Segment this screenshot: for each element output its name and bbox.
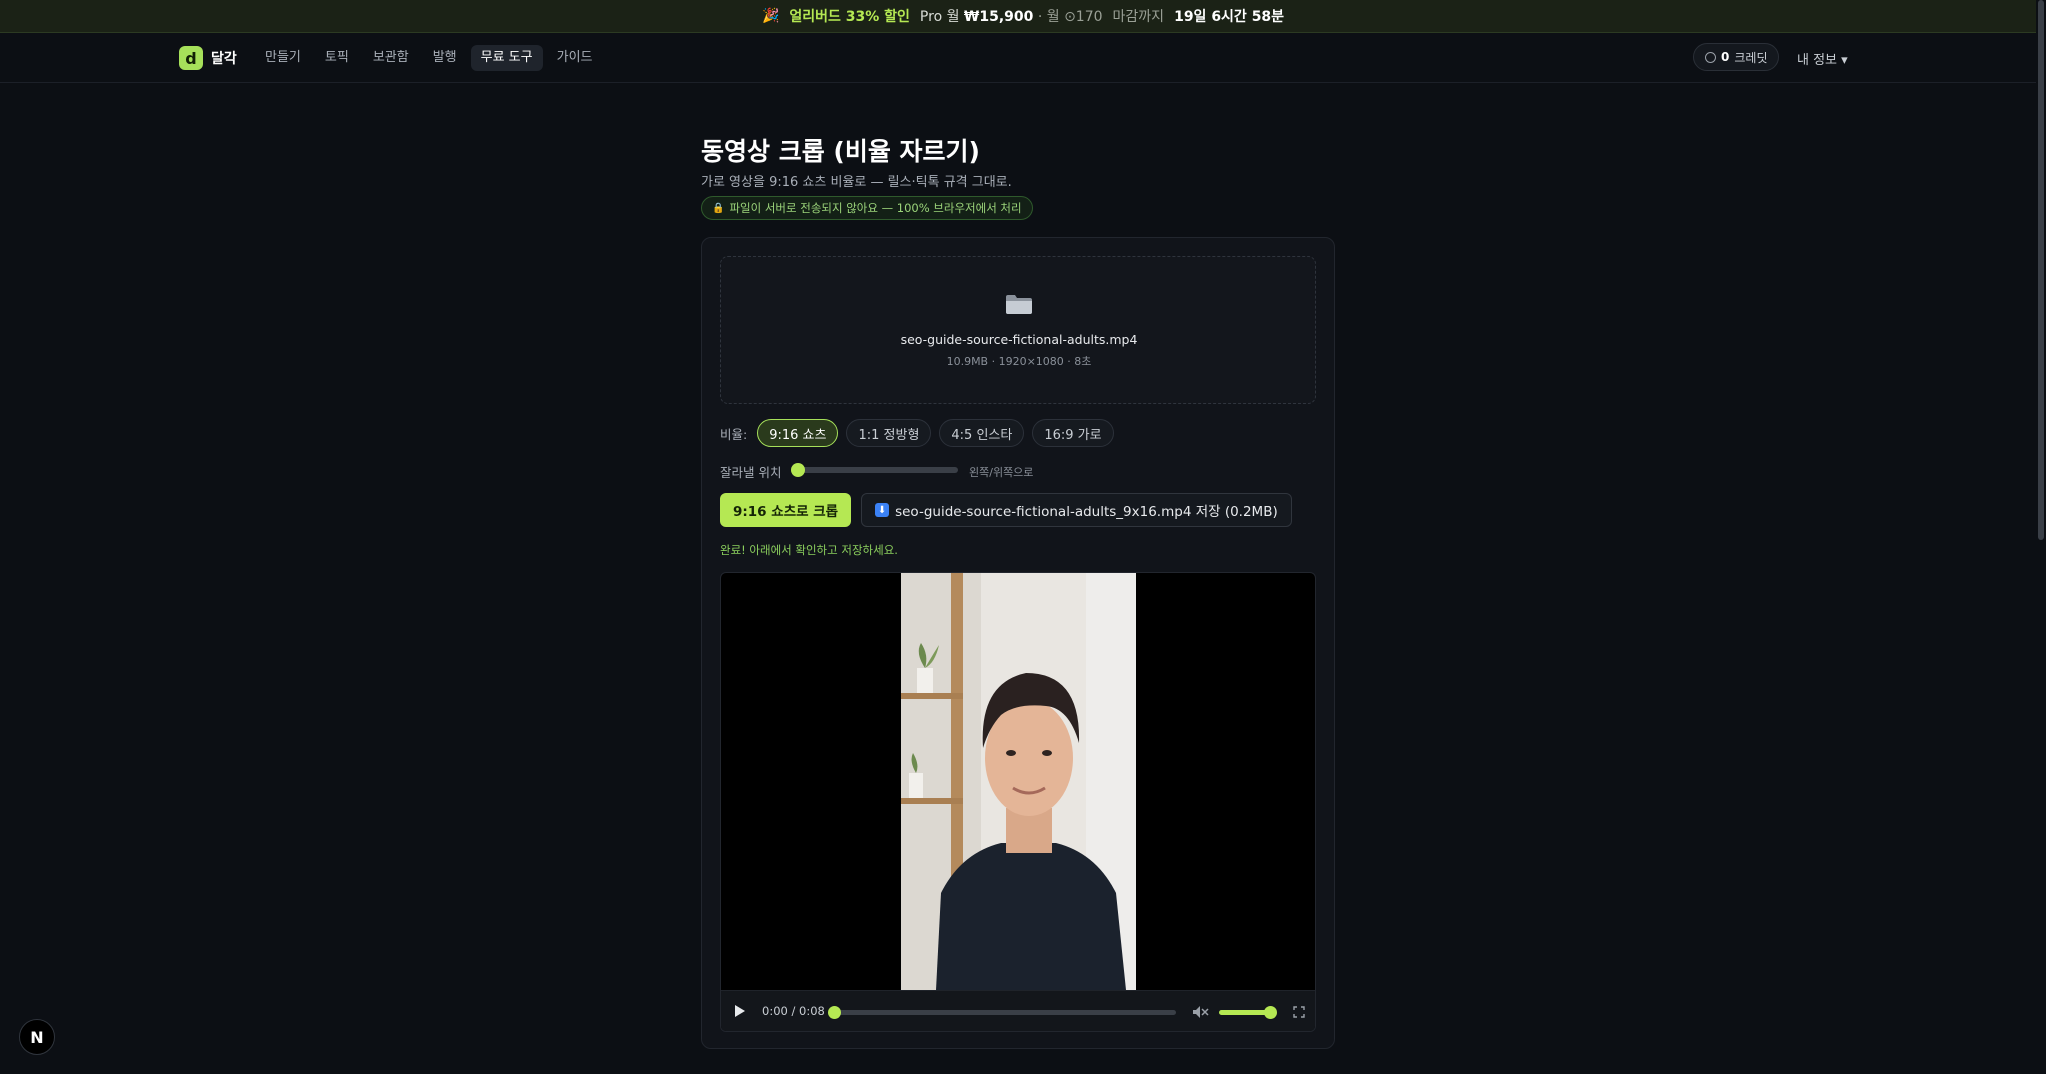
crop-position-row: 잘라낼 위치 왼쪽/위쪽으로: [720, 460, 1316, 480]
party-icon: 🎉: [761, 8, 780, 24]
file-meta: 10.9MB · 1920×1080 · 8초: [946, 355, 1092, 368]
download-button[interactable]: ⬇ seo-guide-source-fictional-adults_9x16…: [861, 493, 1292, 527]
ratio-chip-4-5[interactable]: 4:5 인스타: [939, 419, 1025, 447]
nav-link-guide[interactable]: 가이드: [547, 45, 603, 71]
ratio-label: 비율:: [720, 426, 748, 442]
scrollbar-thumb[interactable]: [2038, 0, 2044, 540]
privacy-badge: 🔒 파일이 서버로 전송되지 않아요 — 100% 브라우저에서 처리: [701, 196, 1033, 220]
top-nav: d 달각 만들기 토픽 보관함 발행 무료 도구 가이드 0 크레딧 내 정보 …: [0, 33, 2046, 83]
promo-plan: Pro 월: [919, 9, 960, 25]
folder-icon: [1006, 295, 1032, 314]
play-icon[interactable]: [735, 1005, 745, 1017]
nav-link-create[interactable]: 만들기: [255, 45, 311, 71]
promo-discount: 얼리버드 33% 할인: [789, 9, 910, 25]
nav-links: 만들기 토픽 보관함 발행 무료 도구 가이드: [255, 45, 603, 71]
file-dropzone[interactable]: seo-guide-source-fictional-adults.mp4 10…: [720, 256, 1316, 404]
page-subtitle: 가로 영상을 9:16 쇼츠 비율로 — 릴스·틱톡 규격 그대로.: [701, 175, 1012, 190]
nav-link-free-tools[interactable]: 무료 도구: [470, 45, 543, 71]
video-frame: [901, 573, 1136, 990]
privacy-text: 파일이 서버로 전송되지 않아요 — 100% 브라우저에서 처리: [729, 201, 1022, 215]
action-row: 9:16 쇼츠로 크롭 ⬇ seo-guide-source-fictional…: [720, 493, 1292, 527]
lock-icon: 🔒: [712, 202, 725, 214]
crop-tool-card: seo-guide-source-fictional-adults.mp4 10…: [701, 237, 1335, 1049]
credits-button[interactable]: 0 크레딧: [1693, 43, 1780, 71]
status-message: 완료! 아래에서 확인하고 저장하세요.: [720, 543, 898, 557]
ratio-chip-16-9[interactable]: 16:9 가로: [1032, 419, 1114, 447]
nav-link-library[interactable]: 보관함: [363, 45, 419, 71]
credits-label: 크레딧: [1734, 50, 1768, 65]
ratio-chip-9-16[interactable]: 9:16 쇼츠: [757, 419, 839, 447]
credits-count: 0: [1721, 50, 1730, 64]
logo[interactable]: d 달각: [179, 46, 237, 70]
crop-position-thumb[interactable]: [791, 463, 805, 477]
download-label: seo-guide-source-fictional-adults_9x16.m…: [895, 504, 1278, 520]
seek-thumb[interactable]: [828, 1006, 841, 1019]
nav-link-topics[interactable]: 토픽: [315, 45, 359, 71]
seek-bar[interactable]: [833, 1010, 1176, 1015]
promo-price: ₩15,900: [963, 9, 1034, 25]
ratio-chip-1-1[interactable]: 1:1 정방형: [846, 419, 932, 447]
player-controls: 0:00 / 0:08: [721, 990, 1315, 1031]
promo-price-line: Pro 월 ₩15,900 · 월 ⊙170: [920, 6, 1103, 26]
crop-position-hint: 왼쪽/위쪽으로: [969, 466, 1034, 479]
crop-position-label: 잘라낼 위치: [720, 465, 782, 480]
profile-menu[interactable]: 내 정보 ▾: [1797, 49, 1848, 68]
promo-deadline-label: 마감까지: [1112, 9, 1165, 25]
logo-icon: d: [179, 46, 203, 70]
nav-link-publish[interactable]: 발행: [423, 45, 467, 71]
logo-text: 달각: [211, 51, 237, 67]
promo-countdown: 19일 6시간 58분: [1174, 9, 1285, 25]
download-icon: ⬇: [875, 503, 890, 517]
promo-credits: 월 ⊙170: [1046, 9, 1103, 25]
file-name: seo-guide-source-fictional-adults.mp4: [900, 332, 1138, 347]
promo-banner[interactable]: 🎉 얼리버드 33% 할인 Pro 월 ₩15,900 · 월 ⊙170 마감까…: [0, 0, 2046, 33]
fullscreen-icon[interactable]: [1293, 1006, 1305, 1018]
volume-muted-icon[interactable]: [1191, 1003, 1209, 1021]
volume-thumb[interactable]: [1264, 1006, 1277, 1019]
playback-time: 0:00 / 0:08: [762, 1004, 825, 1018]
coin-icon: [1705, 51, 1716, 63]
ratio-selector: 비율: 9:16 쇼츠 1:1 정방형 4:5 인스타 16:9 가로: [720, 419, 1114, 447]
crop-button[interactable]: 9:16 쇼츠로 크롭: [720, 493, 852, 527]
video-player[interactable]: 0:00 / 0:08: [720, 572, 1316, 1032]
page-title: 동영상 크롭 (비율 자르기): [701, 137, 980, 166]
dev-tools-badge[interactable]: N: [19, 1019, 55, 1055]
promo-separator: ·: [1037, 9, 1043, 25]
crop-position-slider[interactable]: [795, 467, 958, 473]
